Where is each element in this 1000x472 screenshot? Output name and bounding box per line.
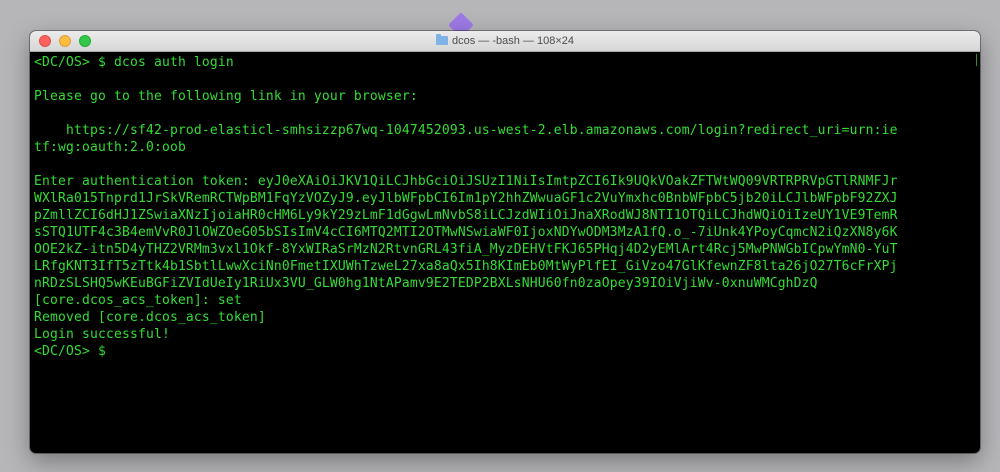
scroll-marker — [976, 54, 977, 66]
terminal-line: LRfgKNT3IfT5zTtk4b1SbtlLwwXciNn0FmetIXUW… — [34, 259, 898, 274]
terminal-line: OOE2kZ-itn5D4yTHZ2VRMm3vxl1Okf-8YxWIRaSr… — [34, 242, 898, 257]
terminal-line: pZmllZCI6dHJ1ZSwiaXNzIjoiaHR0cHM6Ly9kY29… — [34, 208, 898, 223]
terminal-window[interactable]: dcos — -bash — 108×24 <DC/OS> $ dcos aut… — [30, 31, 980, 453]
window-title: dcos — -bash — 108×24 — [452, 35, 574, 47]
folder-icon — [436, 34, 448, 45]
terminal-line: <DC/OS> $ — [34, 344, 106, 359]
terminal-line: nRDzSLSHQ5wKEuBGFiZVIdUeIy1RiUx3VU_GLW0h… — [34, 276, 818, 291]
window-title-container: dcos — -bash — 108×24 — [30, 34, 980, 48]
terminal-line: tf:wg:oauth:2.0:oob — [34, 140, 186, 155]
terminal-output[interactable]: <DC/OS> $ dcos auth login Please go to t… — [34, 54, 980, 360]
terminal-line: Login successful! — [34, 327, 170, 342]
terminal-line: Removed [core.dcos_acs_token] — [34, 310, 266, 325]
terminal-line: Please go to the following link in your … — [34, 89, 418, 104]
terminal-line: <DC/OS> $ dcos auth login — [34, 55, 234, 70]
terminal-line: [core.dcos_acs_token]: set — [34, 293, 242, 308]
terminal-line: Enter authentication token: eyJ0eXAiOiJK… — [34, 174, 898, 189]
terminal-line: WXlRa015Tnprd1JrSkVRemRCTWpBM1FqYzVOZyJ9… — [34, 191, 898, 206]
terminal-area[interactable]: <DC/OS> $ dcos auth login Please go to t… — [30, 52, 980, 453]
terminal-line: https://sf42-prod-elasticl-smhsizzp67wq-… — [34, 123, 898, 138]
terminal-line: sSTQ1UTF4c3B4emVvR0JlOWZOeG05bSIsImV4cCI… — [34, 225, 898, 240]
title-bar[interactable]: dcos — -bash — 108×24 — [30, 31, 980, 52]
